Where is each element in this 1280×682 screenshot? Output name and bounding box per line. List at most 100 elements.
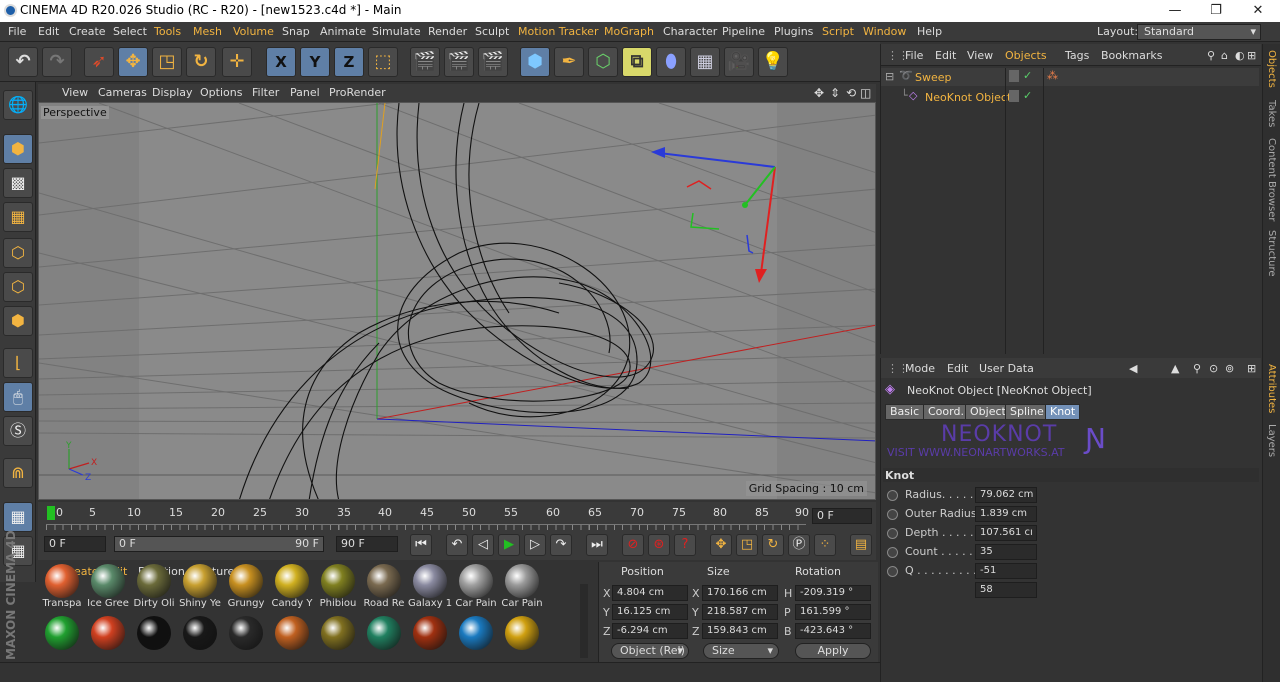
menu-select[interactable]: Select: [113, 25, 147, 38]
key-position-button[interactable]: ✥: [710, 534, 732, 556]
side-tab-layers[interactable]: Layers: [1266, 424, 1277, 457]
snap-button[interactable]: ⋒: [3, 458, 33, 488]
render-view-button[interactable]: 🎬: [410, 47, 440, 77]
object-name[interactable]: NeoKnot Object: [925, 91, 1011, 104]
menu-sculpt[interactable]: Sculpt: [475, 25, 509, 38]
go-to-start-button[interactable]: ⏮: [410, 534, 432, 556]
visibility-toggle[interactable]: [1009, 90, 1019, 102]
menu-script[interactable]: Script: [822, 25, 854, 38]
model-mode-button[interactable]: ⬢: [3, 134, 33, 164]
viewport-menu-options[interactable]: Options: [200, 86, 242, 99]
solo-mode-button[interactable]: Ⓢ: [3, 416, 33, 446]
obj-menu-view[interactable]: View: [967, 49, 993, 62]
param-q-field[interactable]: -51: [975, 563, 1037, 579]
render-picture-viewer-button[interactable]: 🎬: [444, 47, 474, 77]
home-icon[interactable]: ⌂: [1221, 49, 1228, 62]
key-point-level-button[interactable]: ⁘: [814, 534, 836, 556]
back-arrow-icon[interactable]: ◀: [1129, 362, 1137, 375]
viewport-rotate-icon[interactable]: ⟲: [846, 86, 856, 100]
perspective-viewport[interactable]: Y Z X Perspective Grid Spacing : 10 cm: [38, 102, 876, 500]
floor-button[interactable]: ▦: [690, 47, 720, 77]
visibility-toggle[interactable]: [1009, 70, 1019, 82]
menu-create[interactable]: Create: [69, 25, 106, 38]
size-y-field[interactable]: 218.587 cm: [702, 604, 778, 620]
lock-icon[interactable]: ◐: [1235, 49, 1245, 62]
up-arrow-icon[interactable]: ▲: [1171, 362, 1179, 375]
param-depth-field[interactable]: 107.561 cı: [975, 525, 1037, 541]
coordinate-mode-dropdown[interactable]: Object (Rel) ▾: [611, 643, 689, 659]
edges-mode-button[interactable]: ⬡: [3, 272, 33, 302]
maximize-button[interactable]: ❐: [1196, 1, 1236, 21]
camera-button[interactable]: 🎥: [724, 47, 754, 77]
material-swatch[interactable]: [500, 614, 544, 658]
param-count-field[interactable]: 35: [975, 544, 1037, 560]
side-tab-attributes[interactable]: Attributes: [1266, 364, 1277, 413]
checkmark-icon[interactable]: ✓: [1023, 69, 1032, 82]
param-outer-radius-field[interactable]: 1.839 cm: [975, 506, 1037, 522]
x-axis-lock-button[interactable]: X: [266, 47, 296, 77]
texture-mode-button[interactable]: ▩: [3, 168, 33, 198]
menu-plugins[interactable]: Plugins: [774, 25, 813, 38]
pos-z-field[interactable]: -6.294 cm: [612, 623, 688, 639]
side-tab-structure[interactable]: Structure: [1266, 230, 1277, 277]
key-rotation-button[interactable]: ↻: [762, 534, 784, 556]
tweak-mode-button[interactable]: 🖱: [3, 382, 33, 412]
menu-motion-tracker[interactable]: Motion Tracker: [518, 25, 598, 38]
attr-menu-user-data[interactable]: User Data: [979, 362, 1034, 375]
viewport-move-icon[interactable]: ✥: [814, 86, 824, 100]
workplane-mode-button[interactable]: ▦: [3, 202, 33, 232]
axis-mode-button[interactable]: ⌊: [3, 348, 33, 378]
key-parameter-button[interactable]: Ⓟ: [788, 534, 810, 556]
menu-animate[interactable]: Animate: [320, 25, 366, 38]
viewport-maximize-icon[interactable]: ◫: [860, 86, 871, 100]
obj-menu-edit[interactable]: Edit: [935, 49, 956, 62]
object-name[interactable]: Sweep: [915, 71, 952, 84]
attr-menu-edit[interactable]: Edit: [947, 362, 968, 375]
side-tab-content-browser[interactable]: Content Browser: [1266, 138, 1277, 221]
rot-b-field[interactable]: -423.643 °: [795, 623, 871, 639]
minimize-button[interactable]: —: [1155, 1, 1195, 21]
settings-icon[interactable]: ⊚: [1225, 362, 1234, 375]
lock-icon[interactable]: ⊙: [1209, 362, 1218, 375]
next-frame-button[interactable]: ▷: [524, 534, 546, 556]
viewport-menu-filter[interactable]: Filter: [252, 86, 279, 99]
start-frame-field[interactable]: 0 F: [44, 536, 106, 552]
animate-radio[interactable]: [887, 490, 898, 501]
viewport-menu-panel[interactable]: Panel: [290, 86, 320, 99]
previous-key-button[interactable]: ↶: [446, 534, 468, 556]
cube-button[interactable]: ⬢: [520, 47, 550, 77]
y-axis-lock-button[interactable]: Y: [300, 47, 330, 77]
menu-help[interactable]: Help: [917, 25, 942, 38]
undo-button[interactable]: ↶: [8, 47, 38, 77]
material-swatch[interactable]: [408, 614, 452, 658]
menu-window[interactable]: Window: [863, 25, 906, 38]
material-swatch[interactable]: [270, 614, 314, 658]
viewport-zoom-icon[interactable]: ⇕: [830, 86, 840, 100]
material-swatch[interactable]: [224, 614, 268, 658]
rot-p-field[interactable]: 161.599 °: [795, 604, 871, 620]
rot-h-field[interactable]: -209.319 °: [795, 585, 871, 601]
light-button[interactable]: 💡: [758, 47, 788, 77]
viewport-menu-prorender[interactable]: ProRender: [329, 86, 386, 99]
redo-button[interactable]: ↷: [42, 47, 72, 77]
obj-menu-tags[interactable]: Tags: [1065, 49, 1089, 62]
animate-radio[interactable]: [887, 509, 898, 520]
apply-button[interactable]: Apply: [795, 643, 871, 659]
search-icon[interactable]: ⚲: [1207, 49, 1215, 62]
polygons-mode-button[interactable]: ⬢: [3, 306, 33, 336]
points-mode-button[interactable]: ⬡: [3, 238, 33, 268]
end-frame-field[interactable]: 90 F: [336, 536, 398, 552]
menu-snap[interactable]: Snap: [282, 25, 310, 38]
move-tool-button[interactable]: ✥: [118, 47, 148, 77]
layout-dropdown[interactable]: Standard ▾: [1137, 24, 1261, 40]
record-button[interactable]: ⊘: [622, 534, 644, 556]
size-mode-dropdown[interactable]: Size ▾: [703, 643, 779, 659]
play-button[interactable]: ▶: [498, 534, 520, 556]
tab-object[interactable]: Object: [965, 404, 1011, 420]
current-frame-field[interactable]: 0 F: [812, 508, 872, 524]
animate-radio[interactable]: [887, 566, 898, 577]
go-to-end-button[interactable]: ⏭: [586, 534, 608, 556]
menu-simulate[interactable]: Simulate: [372, 25, 421, 38]
collapse-icon[interactable]: ⊟: [885, 70, 894, 83]
menu-mesh[interactable]: Mesh: [193, 25, 222, 38]
